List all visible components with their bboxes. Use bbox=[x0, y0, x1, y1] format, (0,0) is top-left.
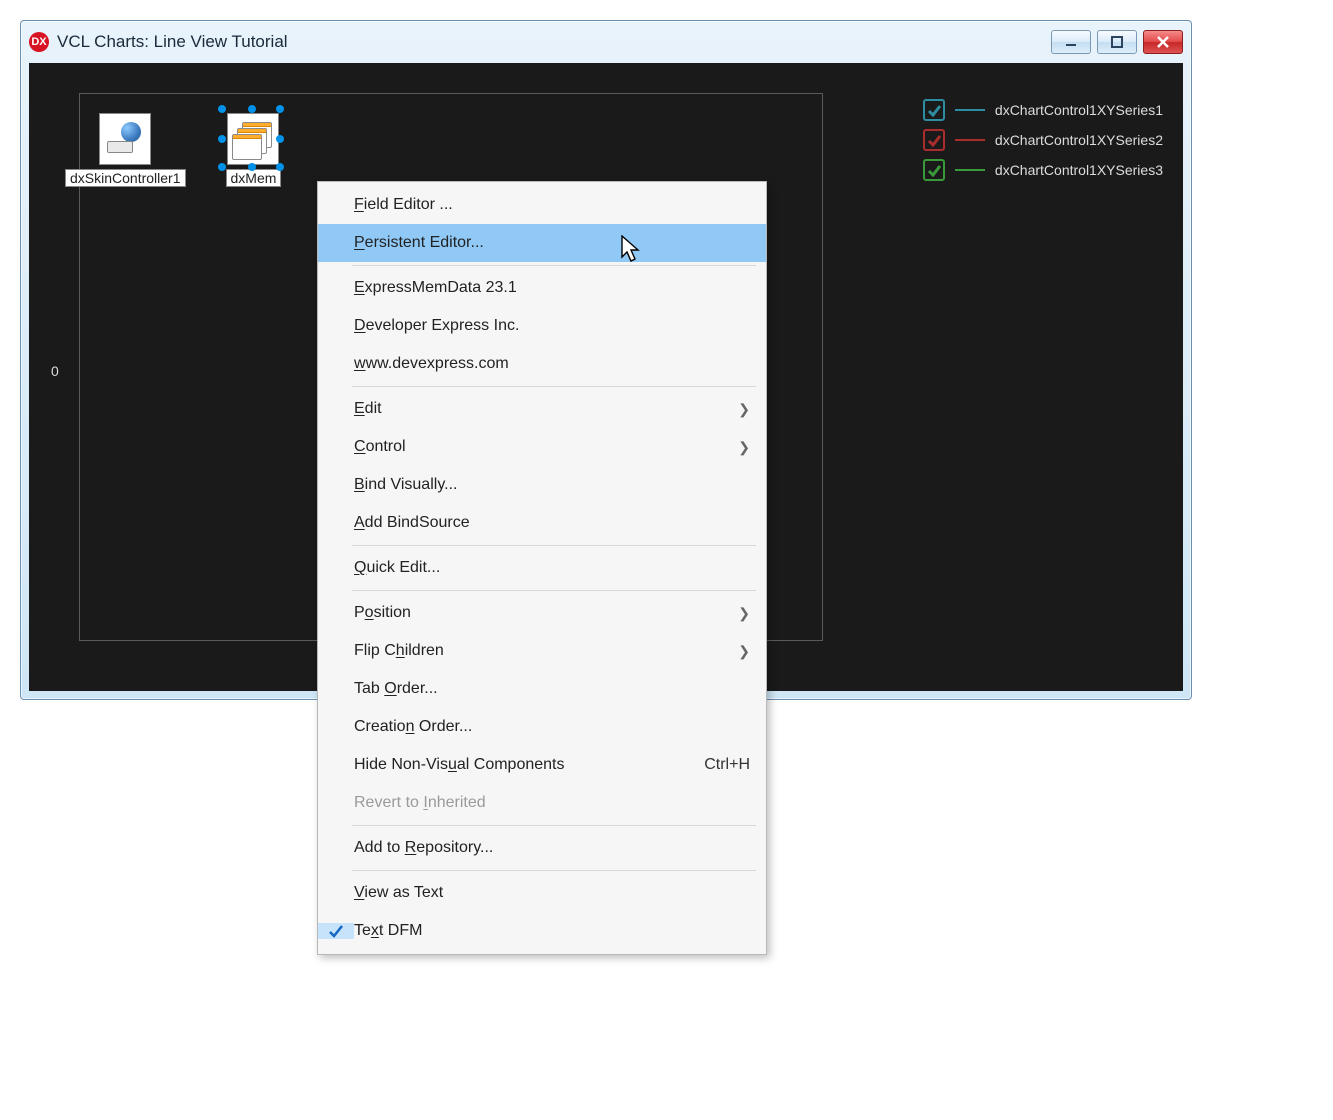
selection-handle[interactable] bbox=[218, 105, 226, 113]
tray-label: dxSkinController1 bbox=[65, 169, 186, 187]
menu-label: ildren bbox=[405, 642, 444, 659]
selection-handle[interactable] bbox=[248, 105, 256, 113]
menu-label: ersistent Editor... bbox=[365, 234, 484, 251]
menu-separator bbox=[352, 825, 756, 826]
submenu-arrow-icon: ❯ bbox=[726, 643, 750, 660]
menu-label: sition bbox=[374, 604, 411, 621]
menu-label: uick Edit... bbox=[366, 559, 440, 576]
menu-edit[interactable]: Edit ❯ bbox=[318, 390, 766, 428]
menu-shortcut: Ctrl+H bbox=[692, 756, 750, 774]
menu-view-as-text[interactable]: View as Text bbox=[318, 874, 766, 912]
menu-control[interactable]: Control ❯ bbox=[318, 428, 766, 466]
memdata-icon bbox=[227, 113, 279, 165]
legend-item[interactable]: dxChartControl1XYSeries1 bbox=[923, 99, 1163, 121]
menu-label: al Components bbox=[457, 756, 565, 773]
tray-label: dxMem bbox=[226, 169, 282, 187]
skin-controller-icon bbox=[99, 113, 151, 165]
window-title: VCL Charts: Line View Tutorial bbox=[57, 32, 288, 52]
menu-field-editor[interactable]: Field Editor ... bbox=[318, 186, 766, 224]
menu-add-repository[interactable]: Add to Repository... bbox=[318, 829, 766, 867]
menu-website[interactable]: www.devexpress.com bbox=[318, 345, 766, 383]
menu-label: ontrol bbox=[366, 438, 406, 455]
menu-label: nherited bbox=[428, 794, 486, 811]
context-menu: Field Editor ... Persistent Editor... Ex… bbox=[317, 181, 767, 955]
menu-label: ield Editor ... bbox=[364, 196, 453, 213]
legend-checkbox-icon[interactable] bbox=[923, 99, 945, 121]
legend-checkbox-icon[interactable] bbox=[923, 159, 945, 181]
menu-text-dfm[interactable]: Text DFM bbox=[318, 912, 766, 950]
menu-add-bindsource[interactable]: Add BindSource bbox=[318, 504, 766, 542]
menu-label: xpressMemData 23.1 bbox=[365, 279, 517, 296]
submenu-arrow-icon: ❯ bbox=[726, 605, 750, 622]
app-icon: DX bbox=[29, 32, 49, 52]
menu-hide-nonvisual[interactable]: Hide Non-Visual Components Ctrl+H bbox=[318, 746, 766, 784]
tray-dxmemdata[interactable]: dxMem bbox=[226, 113, 282, 187]
menu-position[interactable]: Position ❯ bbox=[318, 594, 766, 632]
menu-separator bbox=[352, 590, 756, 591]
nonvisual-tray: dxSkinController1 dxMem bbox=[65, 113, 281, 187]
tray-dxskincontroller[interactable]: dxSkinController1 bbox=[65, 113, 186, 187]
app-window: DX VCL Charts: Line View Tutorial 0 dxS bbox=[20, 20, 1192, 700]
menu-separator bbox=[352, 265, 756, 266]
menu-expressmemdata[interactable]: ExpressMemData 23.1 bbox=[318, 269, 766, 307]
chart-legend: dxChartControl1XYSeries1 dxChartControl1… bbox=[923, 99, 1163, 181]
menu-creation-order[interactable]: Creation Order... bbox=[318, 708, 766, 746]
selection-handle[interactable] bbox=[276, 163, 284, 171]
menu-label: dd BindSource bbox=[365, 514, 470, 531]
menu-flip-children[interactable]: Flip Children ❯ bbox=[318, 632, 766, 670]
menu-label: t DFM bbox=[379, 922, 423, 939]
titlebar: DX VCL Charts: Line View Tutorial bbox=[21, 21, 1191, 63]
close-button[interactable] bbox=[1143, 30, 1183, 54]
menu-developer-express[interactable]: Developer Express Inc. bbox=[318, 307, 766, 345]
menu-separator bbox=[352, 545, 756, 546]
axis-zero-label: 0 bbox=[51, 363, 59, 379]
menu-label: ind Visually... bbox=[365, 476, 458, 493]
menu-label: Order... bbox=[414, 718, 472, 735]
selection-handle[interactable] bbox=[218, 163, 226, 171]
legend-swatch bbox=[955, 169, 985, 171]
menu-label: iew as Text bbox=[364, 884, 443, 901]
selection-handle[interactable] bbox=[276, 135, 284, 143]
menu-separator bbox=[352, 870, 756, 871]
menu-persistent-editor[interactable]: Persistent Editor... bbox=[318, 224, 766, 262]
selection-handle[interactable] bbox=[276, 105, 284, 113]
legend-item[interactable]: dxChartControl1XYSeries3 bbox=[923, 159, 1163, 181]
menu-label: ww.devexpress.com bbox=[366, 355, 509, 372]
menu-separator bbox=[352, 386, 756, 387]
legend-swatch bbox=[955, 109, 985, 111]
menu-tab-order[interactable]: Tab Order... bbox=[318, 670, 766, 708]
legend-swatch bbox=[955, 139, 985, 141]
selection-handle[interactable] bbox=[218, 135, 226, 143]
menu-revert-inherited: Revert to Inherited bbox=[318, 784, 766, 822]
legend-label: dxChartControl1XYSeries2 bbox=[995, 132, 1163, 148]
submenu-arrow-icon: ❯ bbox=[726, 401, 750, 418]
selection-handle[interactable] bbox=[248, 163, 256, 171]
minimize-button[interactable] bbox=[1051, 30, 1091, 54]
legend-label: dxChartControl1XYSeries3 bbox=[995, 162, 1163, 178]
submenu-arrow-icon: ❯ bbox=[726, 439, 750, 456]
menu-quick-edit[interactable]: Quick Edit... bbox=[318, 549, 766, 587]
menu-label: rder... bbox=[397, 680, 438, 697]
legend-label: dxChartControl1XYSeries1 bbox=[995, 102, 1163, 118]
maximize-button[interactable] bbox=[1097, 30, 1137, 54]
menu-label: epository... bbox=[416, 839, 493, 856]
check-icon bbox=[318, 923, 354, 939]
menu-label: dit bbox=[365, 400, 382, 417]
menu-label: eveloper Express Inc. bbox=[366, 317, 520, 334]
legend-checkbox-icon[interactable] bbox=[923, 129, 945, 151]
menu-bind-visually[interactable]: Bind Visually... bbox=[318, 466, 766, 504]
legend-item[interactable]: dxChartControl1XYSeries2 bbox=[923, 129, 1163, 151]
